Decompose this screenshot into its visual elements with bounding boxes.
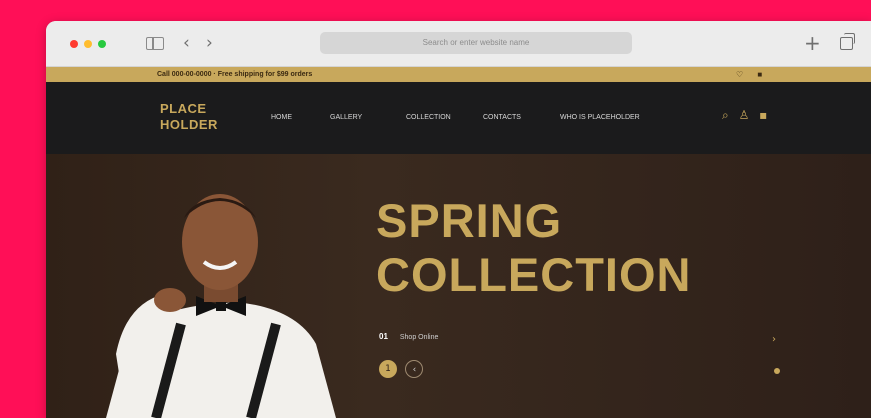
hero-title: SPRING COLLECTION	[376, 194, 691, 302]
address-bar[interactable]: Search or enter website name	[320, 32, 632, 54]
heart-icon[interactable]: ♡	[736, 70, 743, 79]
browser-window: ‹ › Search or enter website name + Call …	[46, 21, 871, 418]
nav-link-home[interactable]: HOME	[271, 114, 292, 121]
nav-link-gallery[interactable]: GALLERY	[330, 114, 362, 121]
nav-link-collection[interactable]: COLLECTION	[406, 114, 451, 121]
website-page: Call 000-00-0000 · Free shipping for $99…	[46, 67, 871, 418]
close-window-button[interactable]	[70, 40, 78, 48]
cart-icon[interactable]: ▪	[759, 108, 767, 122]
plus-icon[interactable]: +	[804, 33, 821, 53]
hero-banner: SPRING COLLECTION 01 Shop Online 1 ‹ ›	[46, 154, 871, 418]
tabs-overview-icon[interactable]	[840, 33, 855, 50]
site-logo[interactable]: PLACE HOLDER	[160, 101, 218, 133]
slider-controls: 1 ‹	[379, 360, 427, 378]
hero-meta: 01 Shop Online	[379, 332, 438, 341]
search-icon[interactable]: ⌕	[722, 108, 729, 122]
scroll-indicator-dot[interactable]	[774, 368, 780, 374]
user-icon[interactable]: ♙	[739, 108, 750, 122]
chevron-right-icon[interactable]: ›	[206, 33, 213, 53]
nav-link-who-is[interactable]: WHO IS PLACEHOLDER	[560, 114, 640, 121]
browser-toolbar: ‹ › Search or enter website name +	[46, 21, 871, 67]
logo-line-2: HOLDER	[160, 117, 218, 132]
slide-1-button[interactable]: 1	[379, 360, 397, 378]
logo-line-1: PLACE	[160, 101, 207, 116]
contact-info: Call 000-00-0000 · Free shipping for $99…	[157, 71, 313, 78]
hero-title-line-1: SPRING	[376, 194, 563, 247]
prev-slide-button[interactable]: ‹	[405, 360, 424, 378]
model-photo	[106, 194, 336, 418]
next-slide-arrow-icon[interactable]: ›	[772, 334, 776, 345]
top-info-bar: Call 000-00-0000 · Free shipping for $99…	[46, 67, 871, 82]
chevron-left-icon[interactable]: ‹	[183, 33, 190, 53]
main-navbar: PLACE HOLDER HOME GALLERY COLLECTION CON…	[46, 82, 871, 154]
hero-meta-text[interactable]: Shop Online	[400, 334, 439, 341]
maximize-window-button[interactable]	[98, 40, 106, 48]
sidebar-toggle-icon[interactable]	[146, 37, 164, 50]
nav-link-contacts[interactable]: CONTACTS	[483, 114, 521, 121]
minimize-window-button[interactable]	[84, 40, 92, 48]
hero-title-line-2: COLLECTION	[376, 248, 692, 301]
nav-icons: ⌕ ♙ ▪	[722, 108, 773, 123]
hero-meta-tag: 01	[379, 332, 388, 341]
user-icon[interactable]: ■	[757, 70, 762, 79]
